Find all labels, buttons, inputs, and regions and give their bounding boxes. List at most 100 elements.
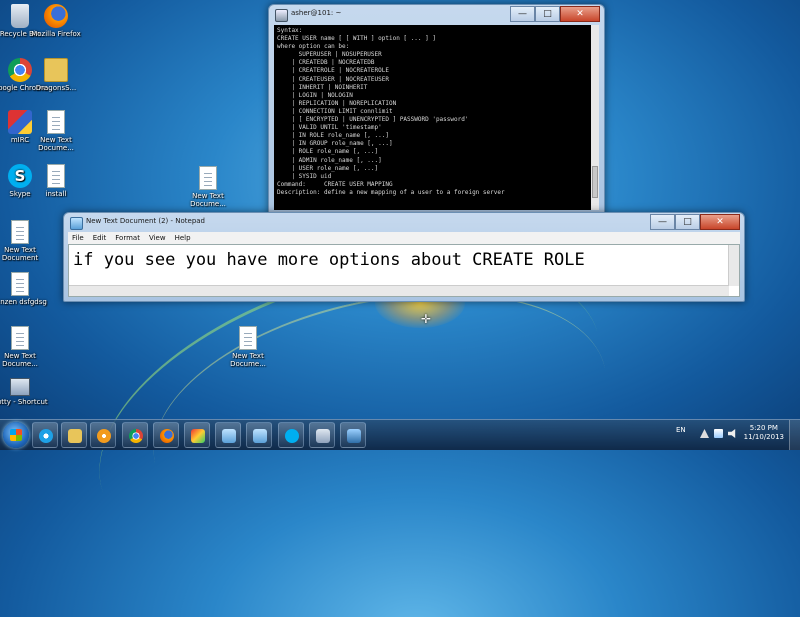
desktop-icon-label: DragonsS... [35, 84, 77, 92]
desktop-icon-text-document[interactable]: New Text Docume... [180, 166, 236, 208]
desktop-icon-putty[interactable]: putty - Shortcut [0, 378, 48, 406]
menu-file[interactable]: File [72, 232, 84, 244]
terminal-line: | REPLICATION | NOREPLICATION [277, 99, 397, 107]
taskbar-skype[interactable] [278, 422, 304, 448]
terminal-line: | CREATEDB | NOCREATEDB [277, 59, 375, 67]
paint-icon [191, 429, 205, 443]
firefox-icon [44, 4, 68, 28]
terminal-output[interactable]: Syntax: CREATE USER name [ [ WITH ] opti… [274, 25, 599, 210]
notepad-window[interactable]: New Text Document (2) - Notepad — □ ✕ Fi… [63, 212, 745, 302]
terminal-title: asher@101: ~ [291, 9, 342, 17]
minimize-button[interactable]: — [650, 214, 675, 230]
notepad-titlebar[interactable]: New Text Document (2) - Notepad — □ ✕ [64, 213, 744, 233]
notepad-text[interactable]: if you see you have more options about C… [73, 250, 585, 270]
desktop-icon-label: New Text Docume... [230, 352, 266, 368]
menu-help[interactable]: Help [175, 232, 191, 244]
volume-icon[interactable] [728, 429, 736, 438]
vertical-scrollbar[interactable] [728, 245, 739, 286]
notepad-icon [70, 217, 83, 230]
start-button[interactable] [3, 422, 29, 448]
network-icon[interactable] [714, 429, 723, 438]
taskbar-explorer[interactable] [61, 422, 87, 448]
terminal-line: | CREATEUSER | NOCREATEUSER [277, 75, 389, 83]
ie-icon [39, 429, 53, 443]
horizontal-scrollbar[interactable] [69, 285, 729, 296]
minimize-button[interactable]: — [510, 6, 535, 22]
terminal-line: | INHERIT | NOINHERIT [277, 83, 368, 91]
terminal-line: | LOGIN | NOLOGIN [277, 91, 353, 99]
chrome-icon [129, 429, 143, 443]
desktop-icon-label: mIRC [10, 136, 30, 144]
taskbar-remote-desktop[interactable] [340, 422, 366, 448]
recycle-bin-icon [11, 4, 29, 28]
taskbar-notepad-1[interactable] [215, 422, 241, 448]
terminal-line: | ROLE role_name [, ...] [277, 148, 379, 156]
desktop-icon-label: New Text Document [1, 246, 39, 262]
terminal-line: SUPERUSER | NOSUPERUSER [277, 51, 382, 59]
menu-format[interactable]: Format [115, 232, 140, 244]
desktop-icon-install[interactable]: install [28, 164, 84, 198]
windows-logo-icon [10, 429, 22, 441]
show-desktop-button[interactable] [789, 420, 800, 450]
taskbar-chrome[interactable] [122, 422, 148, 448]
close-button[interactable]: ✕ [700, 214, 740, 230]
terminal-titlebar[interactable]: asher@101: ~ — □ ✕ [269, 5, 604, 25]
terminal-window[interactable]: asher@101: ~ — □ ✕ Syntax: CREATE USER n… [268, 4, 605, 216]
terminal-line: CREATE USER name [ [ WITH ] option [ ...… [277, 35, 436, 43]
text-document-icon [11, 326, 29, 350]
clock[interactable]: 5:20 PM 11/10/2013 [744, 424, 784, 442]
taskbar-ie[interactable] [32, 422, 58, 448]
maximize-button[interactable]: □ [535, 6, 560, 22]
desktop-icon-text-document[interactable]: New Text Docume... [28, 110, 84, 152]
text-document-icon [11, 220, 29, 244]
desktop-icon-label: tenzen dsfgdsg [0, 298, 47, 306]
desktop-icon-firefox[interactable]: Mozilla Firefox [28, 4, 84, 38]
putty-icon [10, 378, 30, 396]
taskbar-putty[interactable] [309, 422, 335, 448]
mouse-cursor-icon: ✛ [421, 312, 432, 326]
terminal-scrollbar[interactable] [591, 25, 599, 210]
notepad-icon [253, 429, 267, 443]
terminal-line: Syntax: [277, 27, 303, 34]
maximize-button[interactable]: □ [675, 214, 700, 230]
scrollbar-thumb[interactable] [592, 166, 598, 198]
terminal-line: where option can be: [277, 43, 350, 51]
desktop-icon-text-document[interactable]: New Text Docume... [0, 326, 48, 368]
terminal-line: | IN GROUP role_name [, ...] [277, 140, 393, 148]
terminal-line: | CREATEROLE | NOCREATEROLE [277, 67, 389, 75]
close-button[interactable]: ✕ [560, 6, 600, 22]
desktop-icon-label: install [45, 190, 67, 198]
putty-icon [275, 9, 288, 22]
notepad-title: New Text Document (2) - Notepad [86, 217, 206, 225]
text-document-icon [47, 164, 65, 188]
folder-icon [44, 58, 68, 82]
desktop-icon-label: New Text Docume... [38, 136, 74, 152]
notepad-editor[interactable]: if you see you have more options about C… [68, 244, 740, 297]
desktop-icon-label: New Text Docume... [190, 192, 226, 208]
desktop-icon-folder[interactable]: DragonsS... [28, 58, 84, 92]
taskbar-notepad-2[interactable] [246, 422, 272, 448]
taskbar-firefox[interactable] [153, 422, 179, 448]
notepad-icon [222, 429, 236, 443]
desktop-icon-label: putty - Shortcut [0, 398, 48, 406]
terminal-line: | CONNECTION LIMIT connlimit [277, 107, 393, 115]
language-indicator[interactable]: EN [676, 426, 686, 434]
taskbar-paint[interactable] [184, 422, 210, 448]
terminal-line: | USER role_name [, ...] [277, 164, 379, 172]
clock-date: 11/10/2013 [743, 433, 784, 441]
clock-time: 5:20 PM [749, 424, 778, 432]
terminal-line: | SYSID uid [277, 172, 332, 180]
taskbar-media-player[interactable] [90, 422, 116, 448]
desktop-icon-text-document[interactable]: New Text Docume... [220, 326, 276, 368]
terminal-line: | ADMIN role_name [, ...] [277, 156, 382, 164]
text-document-icon [11, 272, 29, 296]
taskbar: EN 5:20 PM 11/10/2013 [0, 419, 800, 450]
menu-view[interactable]: View [149, 232, 166, 244]
menu-edit[interactable]: Edit [93, 232, 107, 244]
putty-icon [316, 429, 330, 443]
desktop-icon-text-document[interactable]: New Text Document [0, 220, 48, 262]
text-document-icon [199, 166, 217, 190]
desktop-icon-text-document[interactable]: tenzen dsfgdsg [0, 272, 48, 306]
action-center-icon[interactable] [700, 429, 709, 438]
text-document-icon [47, 110, 65, 134]
